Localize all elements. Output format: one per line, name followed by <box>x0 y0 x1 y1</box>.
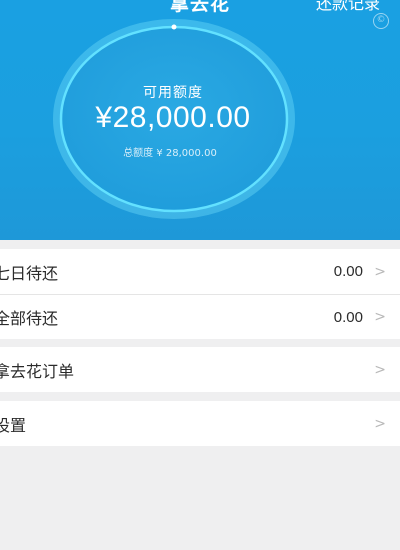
settings-group: 设置 > <box>0 401 400 446</box>
row-label: 拿去花订单 <box>0 361 75 381</box>
row-label: 七日待还 <box>0 263 59 283</box>
chevron-right-icon: > <box>374 415 386 432</box>
chevron-right-icon: > <box>374 263 386 280</box>
row-all-due[interactable]: 全部待还 0.00 > <box>0 294 400 339</box>
row-settings[interactable]: 设置 > <box>0 401 400 446</box>
repay-record-link[interactable]: 还款记录 <box>316 0 380 14</box>
available-credit-amount: ¥28,000.00 <box>95 101 251 134</box>
row-value: 0.00 <box>333 308 363 326</box>
orders-group: 拿去花订单 > <box>0 347 400 392</box>
ring-progress-dot <box>171 24 177 30</box>
credit-header: 拿去花 还款记录 © 可用额度 ¥28,000.00 总额度 ¥ 28,000.… <box>0 0 400 240</box>
total-credit-label: 总额度 ¥ 28,000.00 <box>123 148 217 159</box>
row-label: 设置 <box>0 415 27 435</box>
copyright-icon: © <box>373 13 389 29</box>
repay-group: 七日待还 0.00 > 全部待还 0.00 > <box>0 249 400 339</box>
chevron-right-icon: > <box>374 361 386 378</box>
available-credit-label: 可用额度 <box>143 85 203 101</box>
chevron-right-icon: > <box>374 309 386 325</box>
row-label: 全部待还 <box>0 309 59 328</box>
row-seven-day-due[interactable]: 七日待还 0.00 > <box>0 249 400 294</box>
row-value: 0.00 <box>333 263 363 280</box>
row-orders[interactable]: 拿去花订单 > <box>0 347 400 392</box>
